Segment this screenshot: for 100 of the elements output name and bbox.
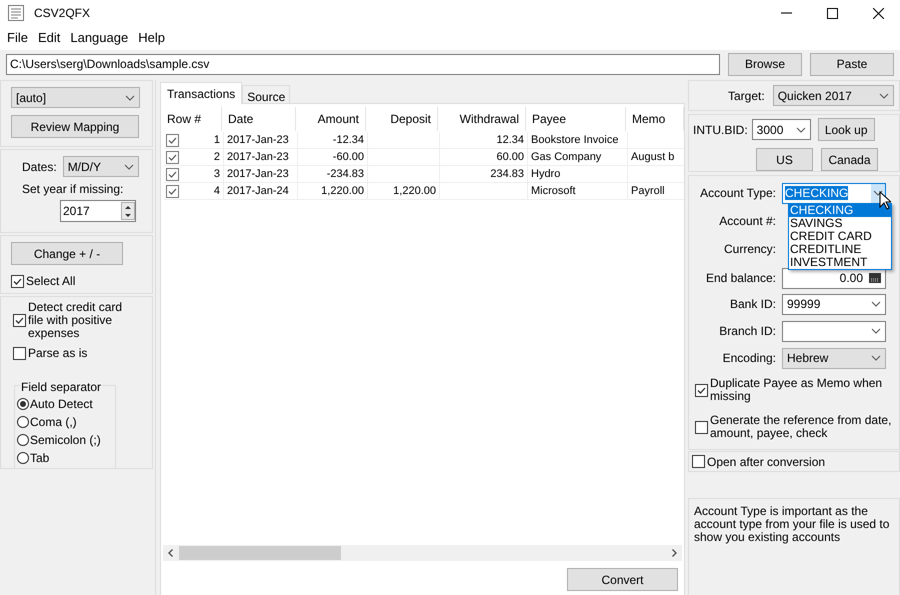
column-header[interactable]: Memo <box>626 107 684 131</box>
convert-button[interactable]: Convert <box>567 568 678 591</box>
radio-option[interactable]: Tab <box>17 449 113 467</box>
chevron-down-icon <box>796 126 806 132</box>
maximize-icon[interactable] <box>827 8 838 18</box>
table-cell-text: -234.83 <box>326 166 364 182</box>
up-arrow-icon[interactable] <box>125 206 131 208</box>
table-cell-text: 60.00 <box>496 150 524 165</box>
path-field[interactable]: C:\Users\serg\Downloads\sample.csv <box>6 54 720 74</box>
menu-item[interactable]: Language <box>65 28 134 48</box>
table-cell-text: -60.00 <box>332 150 364 165</box>
help-text: Account Type is important as the account type from your file is used to show you existing accounts <box>694 505 890 544</box>
change-sign-button[interactable]: Change + / - <box>11 242 123 265</box>
field-label: Currency: <box>722 241 777 258</box>
radio-button[interactable] <box>17 452 29 464</box>
bank-id-dropdown[interactable]: 99999 <box>782 294 886 314</box>
close-icon[interactable] <box>873 8 884 18</box>
chevron-down-icon <box>124 164 134 170</box>
table-cell-text: 2017-Jan-23 <box>227 150 289 165</box>
list-option[interactable]: CHECKING <box>789 204 891 217</box>
down-arrow-icon[interactable] <box>125 214 131 216</box>
field-label: Account #: <box>718 213 777 230</box>
column-header[interactable]: Amount <box>296 107 366 131</box>
radio-option[interactable]: Auto Detect <box>17 395 113 413</box>
target-dropdown[interactable]: Quicken 2017 <box>772 85 894 106</box>
table-row[interactable]: 4 2017-Jan-24 1,220.00 1,220.00 Microsoft Payroll <box>164 183 684 200</box>
chevron-down-icon <box>871 301 881 307</box>
chevron-down-icon <box>125 94 135 100</box>
checkbox-label: Detect credit card file with positive expenses <box>28 301 124 340</box>
table-cell-text: 3 <box>214 166 220 182</box>
table-cell-text: August b <box>631 150 674 165</box>
checkbox[interactable] <box>695 420 708 434</box>
paste-button[interactable]: Paste <box>810 52 894 76</box>
radio-button[interactable] <box>17 434 29 446</box>
table-cell-text: -12.34 <box>332 132 364 148</box>
canada-button[interactable]: Canada <box>821 148 878 171</box>
checkbox[interactable] <box>695 384 708 396</box>
intu-bid-dropdown[interactable]: 3000 <box>752 119 811 140</box>
date-format-dropdown[interactable]: M/D/Y <box>62 156 139 177</box>
table-cell-text: 1 <box>214 132 220 148</box>
account-type-dropdown[interactable]: CHECKING <box>782 182 886 204</box>
menu-item[interactable]: File <box>2 28 33 48</box>
checkbox[interactable] <box>166 184 179 198</box>
checkbox[interactable] <box>13 346 26 360</box>
column-header[interactable]: Deposit <box>366 107 438 131</box>
year-label: Set year if missing: <box>21 181 124 198</box>
list-option[interactable]: INVESTMENT <box>789 256 891 269</box>
look-up-button[interactable]: Look up <box>818 118 875 141</box>
checkbox[interactable] <box>166 150 179 164</box>
tab[interactable]: Source <box>242 85 290 103</box>
list-option[interactable]: SAVINGS <box>789 217 891 230</box>
branch-id-dropdown[interactable] <box>782 320 886 342</box>
us-button[interactable]: US <box>756 148 813 171</box>
table-cell-text: Bookstore Invoice <box>531 132 618 148</box>
minimize-icon[interactable] <box>781 12 792 14</box>
chevron-down-icon <box>873 190 883 196</box>
app-icon <box>8 5 24 21</box>
radio-button[interactable] <box>17 416 29 428</box>
table-cell-text: 2017-Jan-24 <box>227 184 289 199</box>
column-header[interactable]: Payee <box>526 107 626 131</box>
checkbox-label: Parse as is <box>28 345 88 362</box>
window-title: CSV2QFX <box>34 5 90 22</box>
review-mapping-button[interactable]: Review Mapping <box>11 115 139 138</box>
table-row[interactable]: 2 2017-Jan-23 -60.00 60.00 Gas Company August b <box>164 149 684 166</box>
table-row[interactable]: 3 2017-Jan-23 -234.83 234.83 Hydro <box>164 166 684 183</box>
encoding-dropdown[interactable]: Hebrew <box>782 348 886 368</box>
intu-bid-label: INTU.BID: <box>693 122 748 138</box>
radio-option[interactable]: Semicolon (;) <box>17 431 113 449</box>
column-header[interactable]: Date <box>222 107 296 131</box>
year-spinner[interactable]: 2017 <box>60 200 136 222</box>
chevron-down-icon <box>871 355 881 361</box>
table-cell-text: 2017-Jan-23 <box>227 166 289 182</box>
field-label: Account Type: <box>699 185 777 202</box>
radio-option[interactable]: Coma (,) <box>17 413 113 431</box>
table-cell-text: 1,220.00 <box>321 184 364 199</box>
checkbox[interactable] <box>11 274 24 288</box>
table-row[interactable]: 1 2017-Jan-23 -12.34 12.34 Bookstore Invoice <box>164 132 684 149</box>
horizontal-scrollbar[interactable] <box>163 545 682 561</box>
checkbox[interactable] <box>13 314 26 327</box>
tab[interactable]: Transactions <box>160 82 242 104</box>
column-header[interactable]: Row # <box>162 107 222 131</box>
table-cell-text: 4 <box>214 184 220 199</box>
checkbox[interactable] <box>166 134 179 146</box>
checkbox[interactable] <box>166 168 179 180</box>
browse-button[interactable]: Browse <box>728 52 802 76</box>
table-cell-text: Hydro <box>531 166 560 182</box>
target-label: Target: <box>728 88 765 104</box>
column-header[interactable]: Withdrawal <box>438 107 526 131</box>
radio-button[interactable] <box>17 398 29 410</box>
list-option[interactable]: CREDITLINE <box>789 243 891 256</box>
menu-item[interactable]: Edit <box>32 28 66 48</box>
list-option[interactable]: CREDIT CARD <box>789 230 891 243</box>
checkbox[interactable] <box>692 455 705 468</box>
checkbox-label: Duplicate Payee as Memo when missing <box>710 377 884 403</box>
table-cell-text: 2017-Jan-23 <box>227 132 289 148</box>
menu-item[interactable]: Help <box>133 28 170 48</box>
field-label: Branch ID: <box>718 323 777 340</box>
mapping-dropdown[interactable]: [auto] <box>11 87 140 108</box>
field-label: Bank ID: <box>728 296 777 313</box>
calculator-icon[interactable] <box>869 273 881 283</box>
